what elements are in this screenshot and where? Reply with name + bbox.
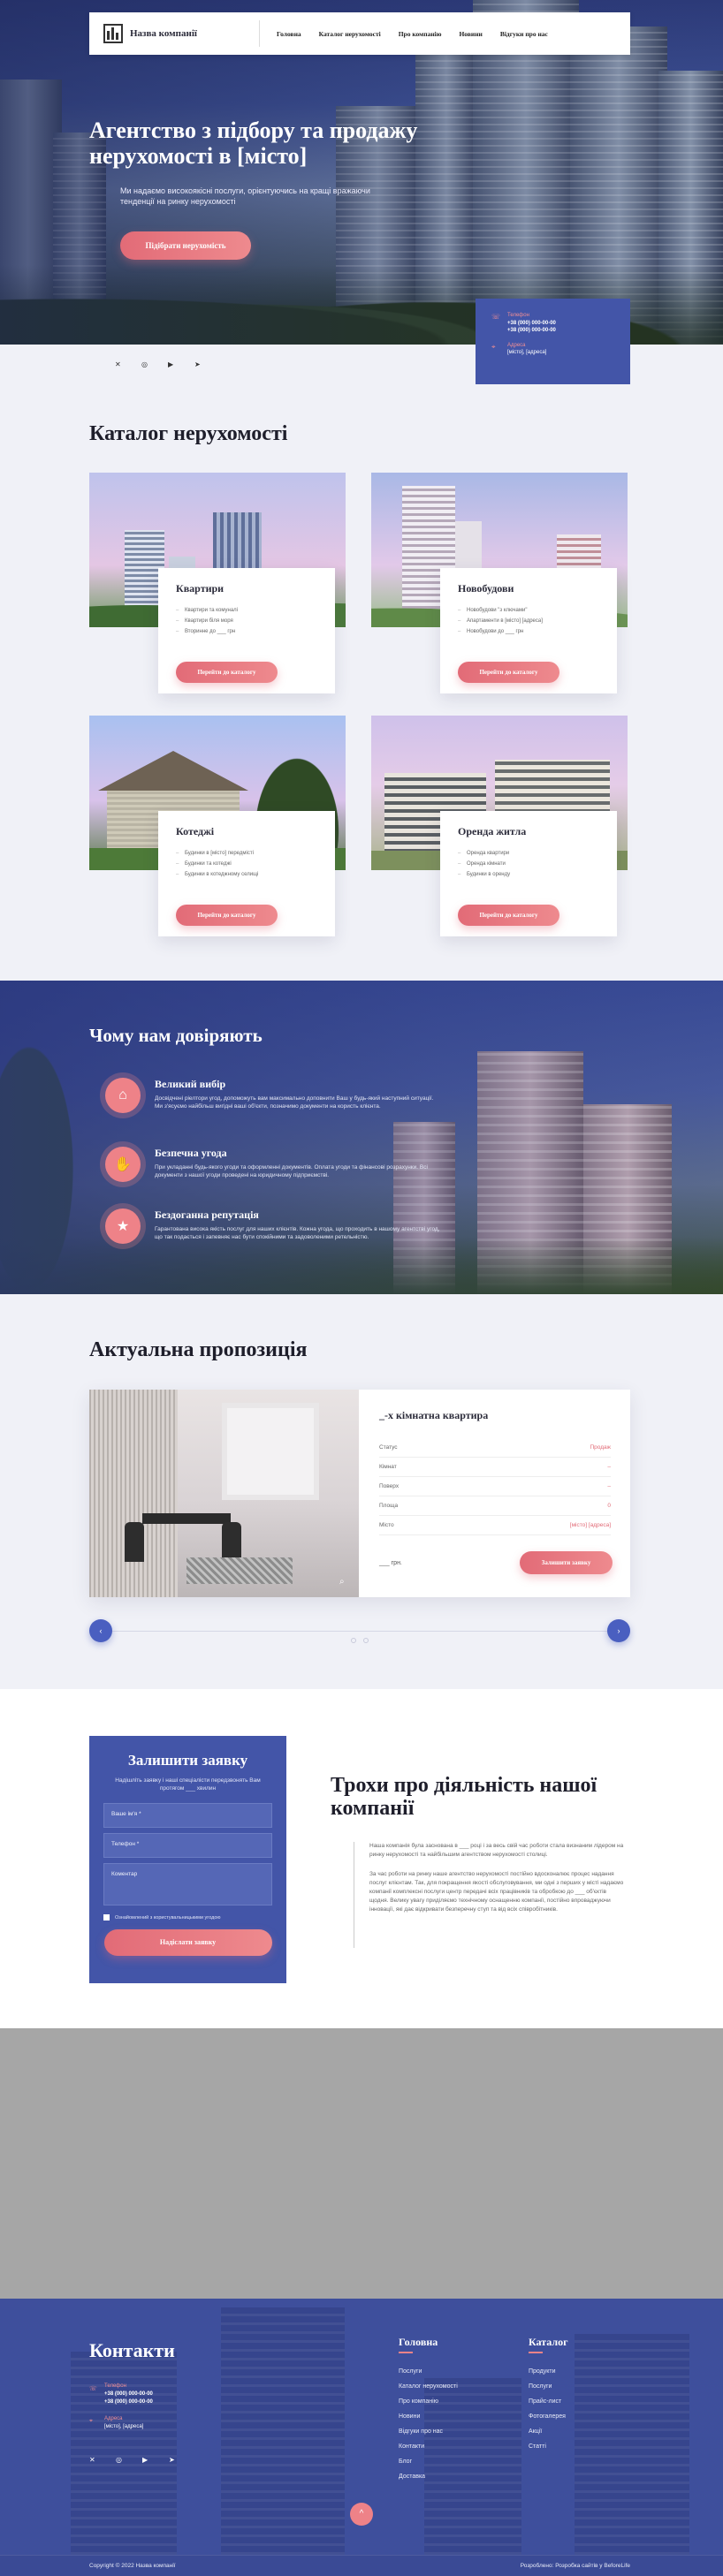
prev-arrow-icon[interactable]: ‹ xyxy=(89,1619,112,1642)
trust-item: ✋ Безпечна угода При укладанні будь-яког… xyxy=(105,1147,441,1182)
phone-icon: ☏ xyxy=(491,313,501,321)
nav-item-news[interactable]: Новини xyxy=(459,30,482,38)
leave-request-button[interactable]: Залишити заявку xyxy=(520,1551,613,1574)
copyright: Copyright © 2022 Назва компанії xyxy=(89,2563,176,2569)
footer-link[interactable]: Статті xyxy=(529,2439,566,2454)
footer-link[interactable]: Новини xyxy=(399,2409,458,2424)
phone-link[interactable]: +38 (000) 000-00-00 xyxy=(507,320,556,327)
card-title: Новобудови xyxy=(458,582,514,595)
go-to-catalog-button[interactable]: Перейти до каталогу xyxy=(458,905,559,926)
location-icon: ⌖ xyxy=(89,2418,93,2424)
trust-item: ⌂ Великий вибір Досвідчені ріелтори угод… xyxy=(105,1078,441,1113)
scroll-up-icon[interactable]: ^ xyxy=(350,2503,373,2526)
catalog-title: Каталог нерухомості xyxy=(89,422,288,445)
main-nav: Головна Каталог нерухомості Про компанію… xyxy=(269,30,556,38)
about-text: Наша компанія була заснована в ___ році … xyxy=(369,1843,624,1913)
offer-price: ___ грн. xyxy=(379,1560,402,1566)
footer-link[interactable]: Фотогалерея xyxy=(529,2409,566,2424)
nav-item-catalog[interactable]: Каталог нерухомості xyxy=(319,30,381,38)
trust-title: Чому нам довіряють xyxy=(89,1025,263,1046)
go-to-catalog-button[interactable]: Перейти до каталогу xyxy=(176,662,278,683)
phone-icon: ☏ xyxy=(89,2386,97,2392)
footer-nav-main: Послуги Каталог нерухомості Про компанію… xyxy=(399,2364,458,2484)
location-icon: ⌖ xyxy=(491,343,496,351)
catalog-card: Котеджі Будинки в [місто] передмісті Буд… xyxy=(89,716,346,947)
footer-link[interactable]: Послуги xyxy=(399,2364,458,2379)
handshake-icon: ✋ xyxy=(105,1147,141,1182)
home-icon: ⌂ xyxy=(105,1078,141,1113)
phone-link[interactable]: +38 (000) 000-00-00 xyxy=(104,2391,153,2397)
twitter-icon[interactable]: ✕ xyxy=(115,360,141,368)
nav-item-about[interactable]: Про компанію xyxy=(399,30,442,38)
footer-link[interactable]: Про компанію xyxy=(399,2394,458,2409)
instagram-icon[interactable]: ◎ xyxy=(116,2456,142,2464)
footer-link[interactable]: Контакти xyxy=(399,2439,458,2454)
apartment-photo[interactable]: ⌕ xyxy=(89,1390,359,1597)
hero-contact-card: ☏ Телефон +38 (000) 000-00-00 +38 (000) … xyxy=(476,299,630,384)
twitter-icon[interactable]: ✕ xyxy=(89,2456,116,2464)
address-text: [місто], [адреса] xyxy=(507,350,547,355)
name-field[interactable]: Ваше ім'я * xyxy=(103,1803,272,1828)
card-title: Квартири xyxy=(176,582,225,595)
nav-item-home[interactable]: Головна xyxy=(277,30,301,38)
find-property-button[interactable]: Підібрати нерухомість xyxy=(120,231,251,260)
card-title: Оренда житла xyxy=(458,825,527,837)
brand-name[interactable]: Назва компанії xyxy=(130,28,236,39)
phone-link[interactable]: +38 (000) 000-00-00 xyxy=(507,327,556,334)
footer-bottom-bar: Copyright © 2022 Назва компанії Розробле… xyxy=(0,2555,723,2576)
youtube-icon[interactable]: ▶ xyxy=(142,2456,169,2464)
offer-card: ⌕ _-х кімнатна квартира Статус Продаж Кім… xyxy=(89,1390,630,1597)
catalog-card: Новобудови Новобудови "з ключами" Апарта… xyxy=(371,473,628,704)
offer-title: Актуальна пропозиція xyxy=(89,1338,308,1361)
footer-col-title: Головна xyxy=(399,2336,438,2348)
catalog-card: Квартири Квартири та комуналі Квартири б… xyxy=(89,473,346,704)
slider-dot[interactable] xyxy=(351,1638,356,1643)
offer-details: Статус Продаж Кімнат – Поверх – Площа 0 Міст… xyxy=(379,1438,611,1535)
trust-item: ★ Бездоганна репутація Гарантована висок… xyxy=(105,1208,441,1244)
zoom-icon[interactable]: ⌕ xyxy=(339,1577,345,1587)
phone-link[interactable]: +38 (000) 000-00-00 xyxy=(104,2399,153,2405)
footer-link[interactable]: Відгуки про нас xyxy=(399,2424,458,2439)
catalog-card: Оренда житла Оренда квартири Оренда кімн… xyxy=(371,716,628,947)
slider-dot[interactable] xyxy=(363,1638,369,1643)
consent-checkbox[interactable] xyxy=(103,1914,110,1921)
top-navbar: Назва компанії Головна Каталог нерухомос… xyxy=(89,12,630,55)
footer-link[interactable]: Доставка xyxy=(399,2469,458,2484)
footer-link[interactable]: Акції xyxy=(529,2424,566,2439)
request-form: Залишити заявку Надішліть заявку і наші … xyxy=(89,1736,286,1983)
footer-link[interactable]: Продукти xyxy=(529,2364,566,2379)
developer-credit[interactable]: Розроблено: Розробка сайтів у BeforeLife xyxy=(521,2563,630,2569)
go-to-catalog-button[interactable]: Перейти до каталогу xyxy=(176,905,278,926)
instagram-icon[interactable]: ◎ xyxy=(141,360,168,368)
map-placeholder[interactable] xyxy=(0,2028,723,2299)
footer-nav-catalog: Продукти Послуги Прайс-лист Фотогалерея … xyxy=(529,2364,566,2454)
footer-col-title: Каталог xyxy=(529,2336,568,2348)
footer-title: Контакти xyxy=(89,2339,175,2361)
hero-subtitle: Ми надаємо високоякісні послуги, орієнту… xyxy=(120,186,370,206)
footer-link[interactable]: Прайс-лист xyxy=(529,2394,566,2409)
telegram-icon[interactable]: ➤ xyxy=(169,2456,195,2464)
star-icon: ★ xyxy=(105,1208,141,1244)
go-to-catalog-button[interactable]: Перейти до каталогу xyxy=(458,662,559,683)
slider-track xyxy=(111,1631,608,1632)
submit-request-button[interactable]: Надіслати заявку xyxy=(103,1929,272,1956)
offer-heading: _-х кімнатна квартира xyxy=(379,1409,489,1421)
next-arrow-icon[interactable]: › xyxy=(607,1619,630,1642)
youtube-icon[interactable]: ▶ xyxy=(168,360,194,368)
footer-social-links: ✕ ◎ ▶ ➤ xyxy=(89,2456,195,2464)
footer-link[interactable]: Послуги xyxy=(529,2379,566,2394)
logo-icon[interactable] xyxy=(103,24,123,43)
card-title: Котеджі xyxy=(176,825,215,837)
nav-item-reviews[interactable]: Відгуки про нас xyxy=(500,30,548,38)
footer-link[interactable]: Блог xyxy=(399,2454,458,2469)
about-title: Трохи про діяльність нашої компанії xyxy=(331,1774,597,1820)
trust-section: Чому нам довіряють ⌂ Великий вибір Досві… xyxy=(0,981,723,1294)
footer-link[interactable]: Каталог нерухомості xyxy=(399,2379,458,2394)
form-title: Залишити заявку xyxy=(127,1752,248,1769)
hero-title: Агентство з підбору та продажу нерухомос… xyxy=(89,117,418,169)
social-links: ✕ ◎ ▶ ➤ xyxy=(115,360,221,368)
telegram-icon[interactable]: ➤ xyxy=(194,360,221,368)
phone-field[interactable]: Телефон * xyxy=(103,1833,272,1858)
comment-field[interactable]: Коментар xyxy=(103,1863,272,1905)
